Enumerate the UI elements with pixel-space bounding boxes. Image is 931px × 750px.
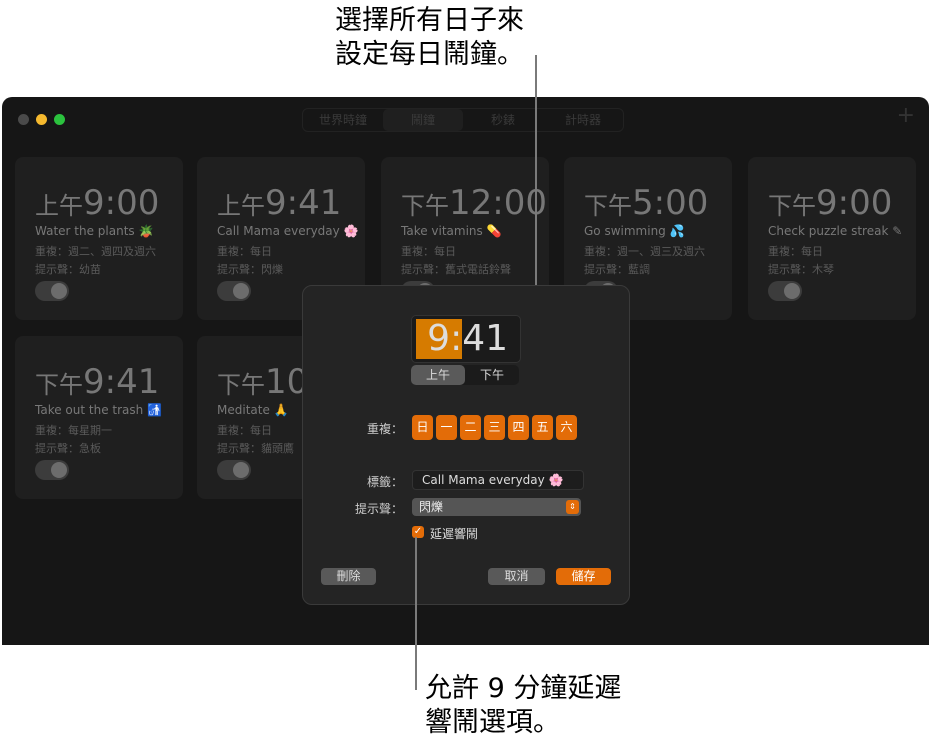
alarm-repeat: 重複：每日 bbox=[401, 245, 456, 258]
alarm-repeat: 重複：每日 bbox=[217, 424, 272, 437]
callout-bottom-leader bbox=[415, 537, 417, 690]
callout-top-line2: 設定每日鬧鐘。 bbox=[335, 39, 524, 70]
alarm-repeat: 重複：週一、週三及週六 bbox=[584, 245, 705, 258]
day-sat[interactable]: 六 bbox=[556, 415, 577, 440]
alarm-sound: 提示聲：木琴 bbox=[768, 263, 834, 276]
alarm-ampm: 上午 bbox=[217, 192, 265, 220]
alarm-card[interactable]: 上午9:00 Water the plants 🪴 重複：週二、週四及週六 提示… bbox=[15, 157, 183, 320]
alarm-name: Meditate 🙏 bbox=[217, 403, 289, 417]
alarm-toggle[interactable] bbox=[35, 281, 69, 301]
callout-bottom-line1: 允許 9 分鐘延遲 bbox=[425, 673, 622, 704]
alarm-time-value: 5:00 bbox=[632, 183, 709, 223]
alarm-sound: 提示聲：閃爍 bbox=[217, 263, 283, 276]
day-mon[interactable]: 一 bbox=[436, 415, 457, 440]
add-alarm-button[interactable]: + bbox=[897, 103, 915, 128]
alarm-ampm: 下午 bbox=[768, 192, 816, 220]
alarm-sound: 提示聲：藍調 bbox=[584, 263, 650, 276]
alarm-name: Check puzzle streak ✎ bbox=[768, 224, 903, 238]
am-option[interactable]: 上午 bbox=[411, 365, 465, 385]
alarm-sound: 提示聲：舊式電話鈴聲 bbox=[401, 263, 511, 276]
alarm-repeat: 重複：每日 bbox=[217, 245, 272, 258]
sound-label: 提示聲： bbox=[354, 502, 403, 516]
tab-bar: 世界時鐘 鬧鐘 秒錶 計時器 bbox=[302, 108, 624, 132]
label-input[interactable]: Call Mama everyday 🌸 bbox=[412, 470, 584, 490]
alarm-time: 下午9:41 bbox=[35, 362, 159, 402]
day-sun[interactable]: 日 bbox=[412, 415, 433, 440]
day-tue[interactable]: 二 bbox=[460, 415, 481, 440]
delete-button[interactable]: 刪除 bbox=[321, 568, 376, 585]
alarm-time: 下午12:00 bbox=[401, 183, 547, 223]
tab-stopwatch[interactable]: 秒錶 bbox=[463, 109, 543, 131]
repeat-label: 重複： bbox=[366, 422, 403, 436]
alarm-repeat: 重複：週二、週四及週六 bbox=[35, 245, 156, 258]
sound-select[interactable]: 閃爍 ⇕ bbox=[412, 498, 581, 516]
alarm-toggle[interactable] bbox=[35, 460, 69, 480]
alarm-time-value: 9:41 bbox=[83, 362, 160, 402]
hour-field[interactable]: 9 bbox=[427, 318, 450, 359]
alarm-card[interactable]: 下午9:00 Check puzzle streak ✎ 重複：每日 提示聲：木… bbox=[748, 157, 916, 320]
checkmark-icon: ✓ bbox=[413, 526, 423, 537]
cancel-button[interactable]: 取消 bbox=[488, 568, 545, 585]
alarm-sound: 提示聲：貓頭鷹 bbox=[217, 442, 294, 455]
tab-alarm[interactable]: 鬧鐘 bbox=[383, 109, 463, 131]
edit-alarm-dialog: 9:41 上午 下午 重複： 日 一 二 三 四 五 六 標籤： Call Ma… bbox=[302, 285, 630, 605]
alarm-toggle[interactable] bbox=[217, 281, 251, 301]
save-button[interactable]: 儲存 bbox=[556, 568, 611, 585]
alarm-name: Take vitamins 💊 bbox=[401, 224, 502, 238]
callout-bottom: 允許 9 分鐘延遲 響鬧選項。 bbox=[425, 672, 621, 740]
day-thu[interactable]: 四 bbox=[508, 415, 529, 440]
alarm-toggle[interactable] bbox=[217, 460, 251, 480]
alarm-card[interactable]: 下午9:41 Take out the trash 🚮 重複：每星期一 提示聲：… bbox=[15, 336, 183, 499]
alarm-repeat: 重複：每星期一 bbox=[35, 424, 112, 437]
pm-option[interactable]: 下午 bbox=[465, 365, 519, 385]
alarm-name: Take out the trash 🚮 bbox=[35, 403, 162, 417]
callout-top-line1: 選擇所有日子來 bbox=[335, 5, 524, 36]
alarm-name: Call Mama everyday 🌸 bbox=[217, 224, 359, 238]
callout-bottom-line2: 響鬧選項。 bbox=[425, 707, 560, 738]
alarm-sound: 提示聲：急板 bbox=[35, 442, 101, 455]
close-button[interactable] bbox=[18, 114, 29, 125]
alarm-ampm: 下午 bbox=[401, 192, 449, 220]
alarm-time-value: 9:41 bbox=[265, 183, 342, 223]
zoom-button[interactable] bbox=[54, 114, 65, 125]
day-wed[interactable]: 三 bbox=[484, 415, 505, 440]
alarm-repeat: 重複：每日 bbox=[768, 245, 823, 258]
snooze-label[interactable]: 延遲響鬧 bbox=[430, 525, 478, 542]
alarm-ampm: 下午 bbox=[217, 371, 265, 399]
callout-top: 選擇所有日子來 設定每日鬧鐘。 bbox=[335, 4, 524, 72]
alarm-time: 下午5:00 bbox=[584, 183, 708, 223]
repeat-days: 日 一 二 三 四 五 六 bbox=[412, 415, 577, 440]
sound-value: 閃爍 bbox=[419, 500, 444, 514]
alarm-name: Go swimming 💦 bbox=[584, 224, 685, 238]
day-fri[interactable]: 五 bbox=[532, 415, 553, 440]
alarm-time: 下午9:00 bbox=[768, 183, 892, 223]
tab-timer[interactable]: 計時器 bbox=[543, 109, 623, 131]
ampm-segmented: 上午 下午 bbox=[411, 365, 519, 385]
alarm-time: 上午9:00 bbox=[35, 183, 159, 223]
alarm-time: 上午9:41 bbox=[217, 183, 341, 223]
updown-chevron-icon: ⇕ bbox=[566, 500, 579, 514]
alarm-name: Water the plants 🪴 bbox=[35, 224, 154, 238]
alarm-ampm: 上午 bbox=[35, 192, 83, 220]
time-picker[interactable]: 9:41 bbox=[411, 315, 521, 363]
label-label: 標籤： bbox=[366, 475, 403, 489]
alarm-ampm: 下午 bbox=[584, 192, 632, 220]
alarm-toggle[interactable] bbox=[768, 281, 802, 301]
alarm-sound: 提示聲：幼苗 bbox=[35, 263, 101, 276]
snooze-checkbox[interactable]: ✓ bbox=[412, 526, 424, 538]
alarm-time-value: 9:00 bbox=[83, 183, 160, 223]
alarm-time-value: 9:00 bbox=[816, 183, 893, 223]
alarm-time-value: 12:00 bbox=[449, 183, 547, 223]
minute-field[interactable]: :41 bbox=[450, 318, 508, 359]
minimize-button[interactable] bbox=[36, 114, 47, 125]
tab-world-clock[interactable]: 世界時鐘 bbox=[303, 109, 383, 131]
alarm-ampm: 下午 bbox=[35, 371, 83, 399]
